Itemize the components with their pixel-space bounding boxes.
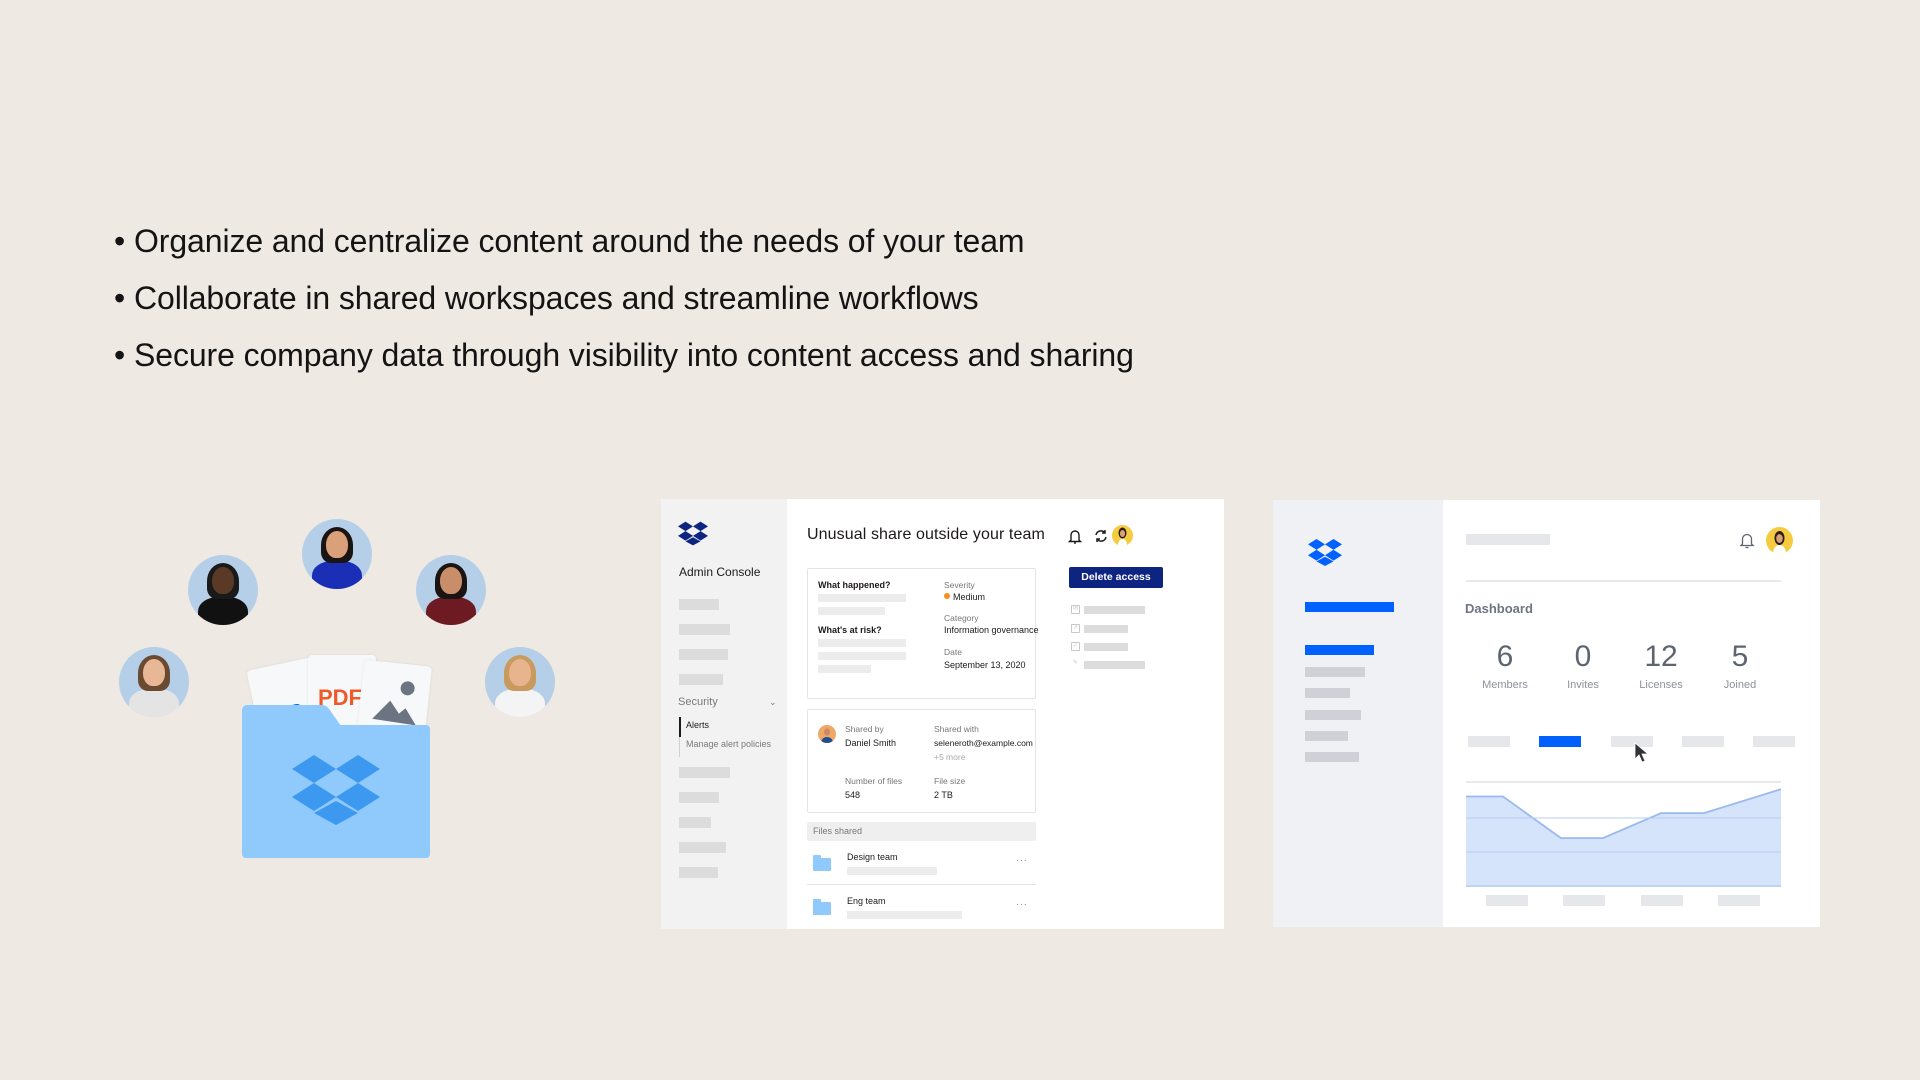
chart-tab[interactable]: [1753, 736, 1795, 747]
checkbox-icon: ✓: [1071, 642, 1080, 651]
admin-console-alert-panel: Admin Console Security ⌄ Alerts Manage a…: [661, 499, 1224, 929]
team-member-avatar: [485, 647, 555, 717]
nav-placeholder[interactable]: [679, 792, 719, 803]
date-label: Date: [944, 647, 962, 657]
nav-placeholder[interactable]: [679, 867, 718, 878]
security-section-label[interactable]: Security: [678, 696, 718, 708]
nav-placeholder[interactable]: [679, 817, 711, 828]
team-member-avatar: [119, 647, 189, 717]
dropbox-logo-icon: [678, 521, 708, 546]
sidebar-item[interactable]: [1305, 667, 1365, 677]
mouse-cursor-icon: [1634, 742, 1650, 763]
external-link-icon: ↗: [1071, 624, 1080, 633]
bell-icon[interactable]: [1739, 531, 1755, 549]
page-title: Unusual share outside your team: [807, 526, 1045, 543]
team-folder-illustration: PS PDF: [110, 510, 570, 870]
file-row[interactable]: Eng team ···: [807, 887, 1036, 929]
x-axis-label-placeholder: [1563, 895, 1605, 906]
sidebar-item[interactable]: [1305, 731, 1348, 741]
refresh-icon[interactable]: [1092, 527, 1110, 545]
chart-tab[interactable]: [1682, 736, 1724, 747]
delete-access-button[interactable]: Delete access: [1069, 567, 1163, 588]
more-options-icon[interactable]: ···: [1016, 899, 1028, 910]
dropbox-folder: PS PDF: [242, 653, 434, 863]
team-member-avatar: [302, 519, 372, 589]
sidebar-item[interactable]: [1305, 752, 1359, 762]
stat-invites: 0 Invites: [1567, 640, 1599, 691]
header-placeholder: [1466, 534, 1550, 545]
feature-bullet: • Organize and centralize content around …: [114, 223, 1025, 259]
x-axis-label-placeholder: [1641, 895, 1683, 906]
x-axis-label-placeholder: [1718, 895, 1760, 906]
dropbox-logo-icon: [1308, 538, 1342, 567]
x-axis-label-placeholder: [1486, 895, 1528, 906]
nav-item-alerts[interactable]: Alerts: [686, 720, 709, 730]
what-happened-label: What happened?: [818, 580, 891, 590]
sidebar-item-active[interactable]: [1305, 645, 1374, 655]
stat-joined: 5 Joined: [1723, 640, 1757, 691]
number-of-files-label: Number of files: [845, 776, 903, 786]
nav-placeholder[interactable]: [679, 674, 723, 685]
category-label: Category: [944, 613, 979, 623]
severity-label: Severity: [944, 580, 975, 590]
bullet-text: Secure company data through visibility i…: [134, 337, 1134, 373]
number-of-files-value: 548: [845, 790, 861, 800]
pencil-icon: ✎: [1072, 660, 1079, 666]
share-info-card: Shared by Daniel Smith Shared with selen…: [807, 709, 1036, 813]
file-size-label: File size: [934, 776, 966, 786]
shared-folder-icon: [813, 855, 831, 871]
dashboard-panel: Dashboard 6 Members 0 Invites 12 Licenses 5…: [1273, 500, 1820, 927]
files-shared-header: Files shared: [807, 822, 1036, 841]
feature-bullet: • Secure company data through visibility …: [114, 337, 1134, 373]
more-options-icon[interactable]: ···: [1016, 855, 1028, 866]
whats-at-risk-label: What's at risk?: [818, 625, 882, 635]
category-value: Information governance: [944, 625, 1039, 635]
team-member-avatar: [188, 555, 258, 625]
nav-placeholder[interactable]: [679, 767, 730, 778]
feature-bullet: • Collaborate in shared workspaces and st…: [114, 280, 979, 316]
shared-by-avatar: [818, 725, 836, 743]
date-value: September 13, 2020: [944, 660, 1026, 670]
nav-placeholder[interactable]: [679, 842, 726, 853]
shared-folder-icon: [813, 899, 831, 915]
file-name: Eng team: [847, 896, 886, 906]
team-member-avatar: [416, 555, 486, 625]
shared-by-value: Daniel Smith: [845, 738, 897, 748]
sidebar-item[interactable]: [1305, 688, 1350, 698]
dashboard-sidebar: [1273, 500, 1443, 927]
file-name: Design team: [847, 852, 898, 862]
user-avatar[interactable]: [1766, 527, 1793, 554]
feature-bullet-list: • Organize and centralize content around …: [114, 213, 1134, 384]
shared-with-more-link[interactable]: +5 more: [934, 752, 965, 762]
bullet-text: Organize and centralize content around t…: [134, 223, 1025, 259]
sidebar-item[interactable]: [1305, 710, 1361, 720]
stat-licenses: 12 Licenses: [1639, 640, 1683, 691]
dropbox-logo-icon: [292, 755, 380, 825]
file-size-value: 2 TB: [934, 790, 953, 800]
mail-icon: ✉: [1071, 605, 1080, 614]
shared-by-label: Shared by: [845, 724, 884, 734]
severity-badge: Medium: [944, 592, 985, 602]
file-row[interactable]: Design team ···: [807, 843, 1036, 885]
dashboard-title: Dashboard: [1465, 601, 1533, 616]
bell-icon[interactable]: [1066, 527, 1084, 545]
admin-sidebar: Admin Console Security ⌄ Alerts Manage a…: [661, 499, 787, 929]
nav-item-manage-alert-policies[interactable]: Manage alert policies: [686, 739, 771, 749]
nav-placeholder[interactable]: [679, 649, 728, 660]
nav-placeholder[interactable]: [679, 624, 730, 635]
shared-with-value: seleneroth@example.com: [934, 738, 1033, 748]
chevron-down-icon[interactable]: ⌄: [769, 697, 777, 708]
nav-placeholder[interactable]: [679, 599, 719, 610]
chart-tab[interactable]: [1539, 736, 1581, 747]
sidebar-primary-item[interactable]: [1305, 602, 1394, 612]
severity-dot-icon: [944, 593, 950, 599]
user-avatar[interactable]: [1112, 525, 1133, 546]
chart-tab[interactable]: [1468, 736, 1510, 747]
bullet-text: Collaborate in shared workspaces and str…: [134, 280, 979, 316]
alert-details-card: What happened? What's at risk? Severity …: [807, 568, 1039, 699]
stat-members: 6 Members: [1482, 640, 1528, 691]
admin-console-title: Admin Console: [679, 565, 761, 579]
usage-area-chart: [1466, 788, 1781, 887]
shared-with-label: Shared with: [934, 724, 979, 734]
